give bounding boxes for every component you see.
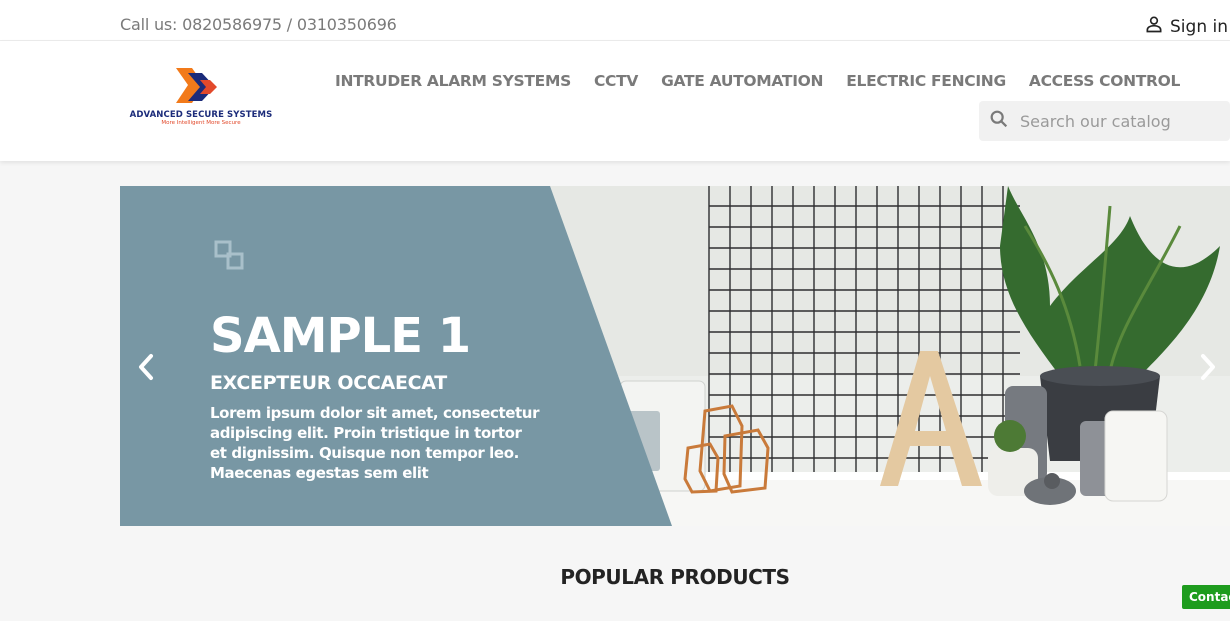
nav-item-gate-automation[interactable]: GATE AUTOMATION	[661, 72, 823, 90]
hero-slider: SAMPLE 1 EXCEPTEUR OCCAECAT Lorem ipsum …	[120, 186, 1230, 526]
contact-button[interactable]: Contact	[1182, 585, 1230, 609]
slide-description: Lorem ipsum dolor sit amet, consectetur …	[210, 404, 540, 482]
user-icon	[1144, 14, 1164, 39]
chevron-right-icon[interactable]	[1196, 350, 1220, 384]
slide-subtitle: EXCEPTEUR OCCAECAT	[210, 372, 447, 394]
call-us-text: Call us: 0820586975 / 0310350696	[120, 15, 397, 34]
top-bar: Call us: 0820586975 / 0310350696 Sign in	[0, 0, 1230, 41]
chevron-left-icon[interactable]	[134, 350, 158, 384]
nav-item-intruder-alarm-systems[interactable]: INTRUDER ALARM SYSTEMS	[335, 72, 571, 90]
nav-item-access-control[interactable]: ACCESS CONTROL	[1029, 72, 1181, 90]
slide-title: SAMPLE 1	[210, 308, 471, 364]
sign-in-label: Sign in	[1170, 16, 1228, 37]
search-input[interactable]	[1020, 111, 1220, 131]
logo-mark-icon	[176, 68, 217, 103]
nav-item-electric-fencing[interactable]: ELECTRIC FENCING	[846, 72, 1006, 90]
logo-tagline: More Intelligent More Secure	[161, 120, 241, 126]
sign-in-link[interactable]: Sign in	[1144, 14, 1228, 39]
site-header: ADVANCED SECURE SYSTEMS More Intelligent…	[0, 41, 1230, 161]
main-nav: INTRUDER ALARM SYSTEMS CCTV GATE AUTOMAT…	[335, 72, 1203, 90]
search-box	[979, 101, 1230, 141]
logo-text: ADVANCED SECURE SYSTEMS	[129, 110, 273, 120]
section-title-popular-products: POPULAR PRODUCTS	[560, 565, 790, 589]
nav-item-cctv[interactable]: CCTV	[594, 72, 638, 90]
squares-icon	[214, 240, 244, 270]
company-logo[interactable]: ADVANCED SECURE SYSTEMS More Intelligent…	[120, 65, 280, 135]
search-icon[interactable]	[979, 108, 1010, 134]
